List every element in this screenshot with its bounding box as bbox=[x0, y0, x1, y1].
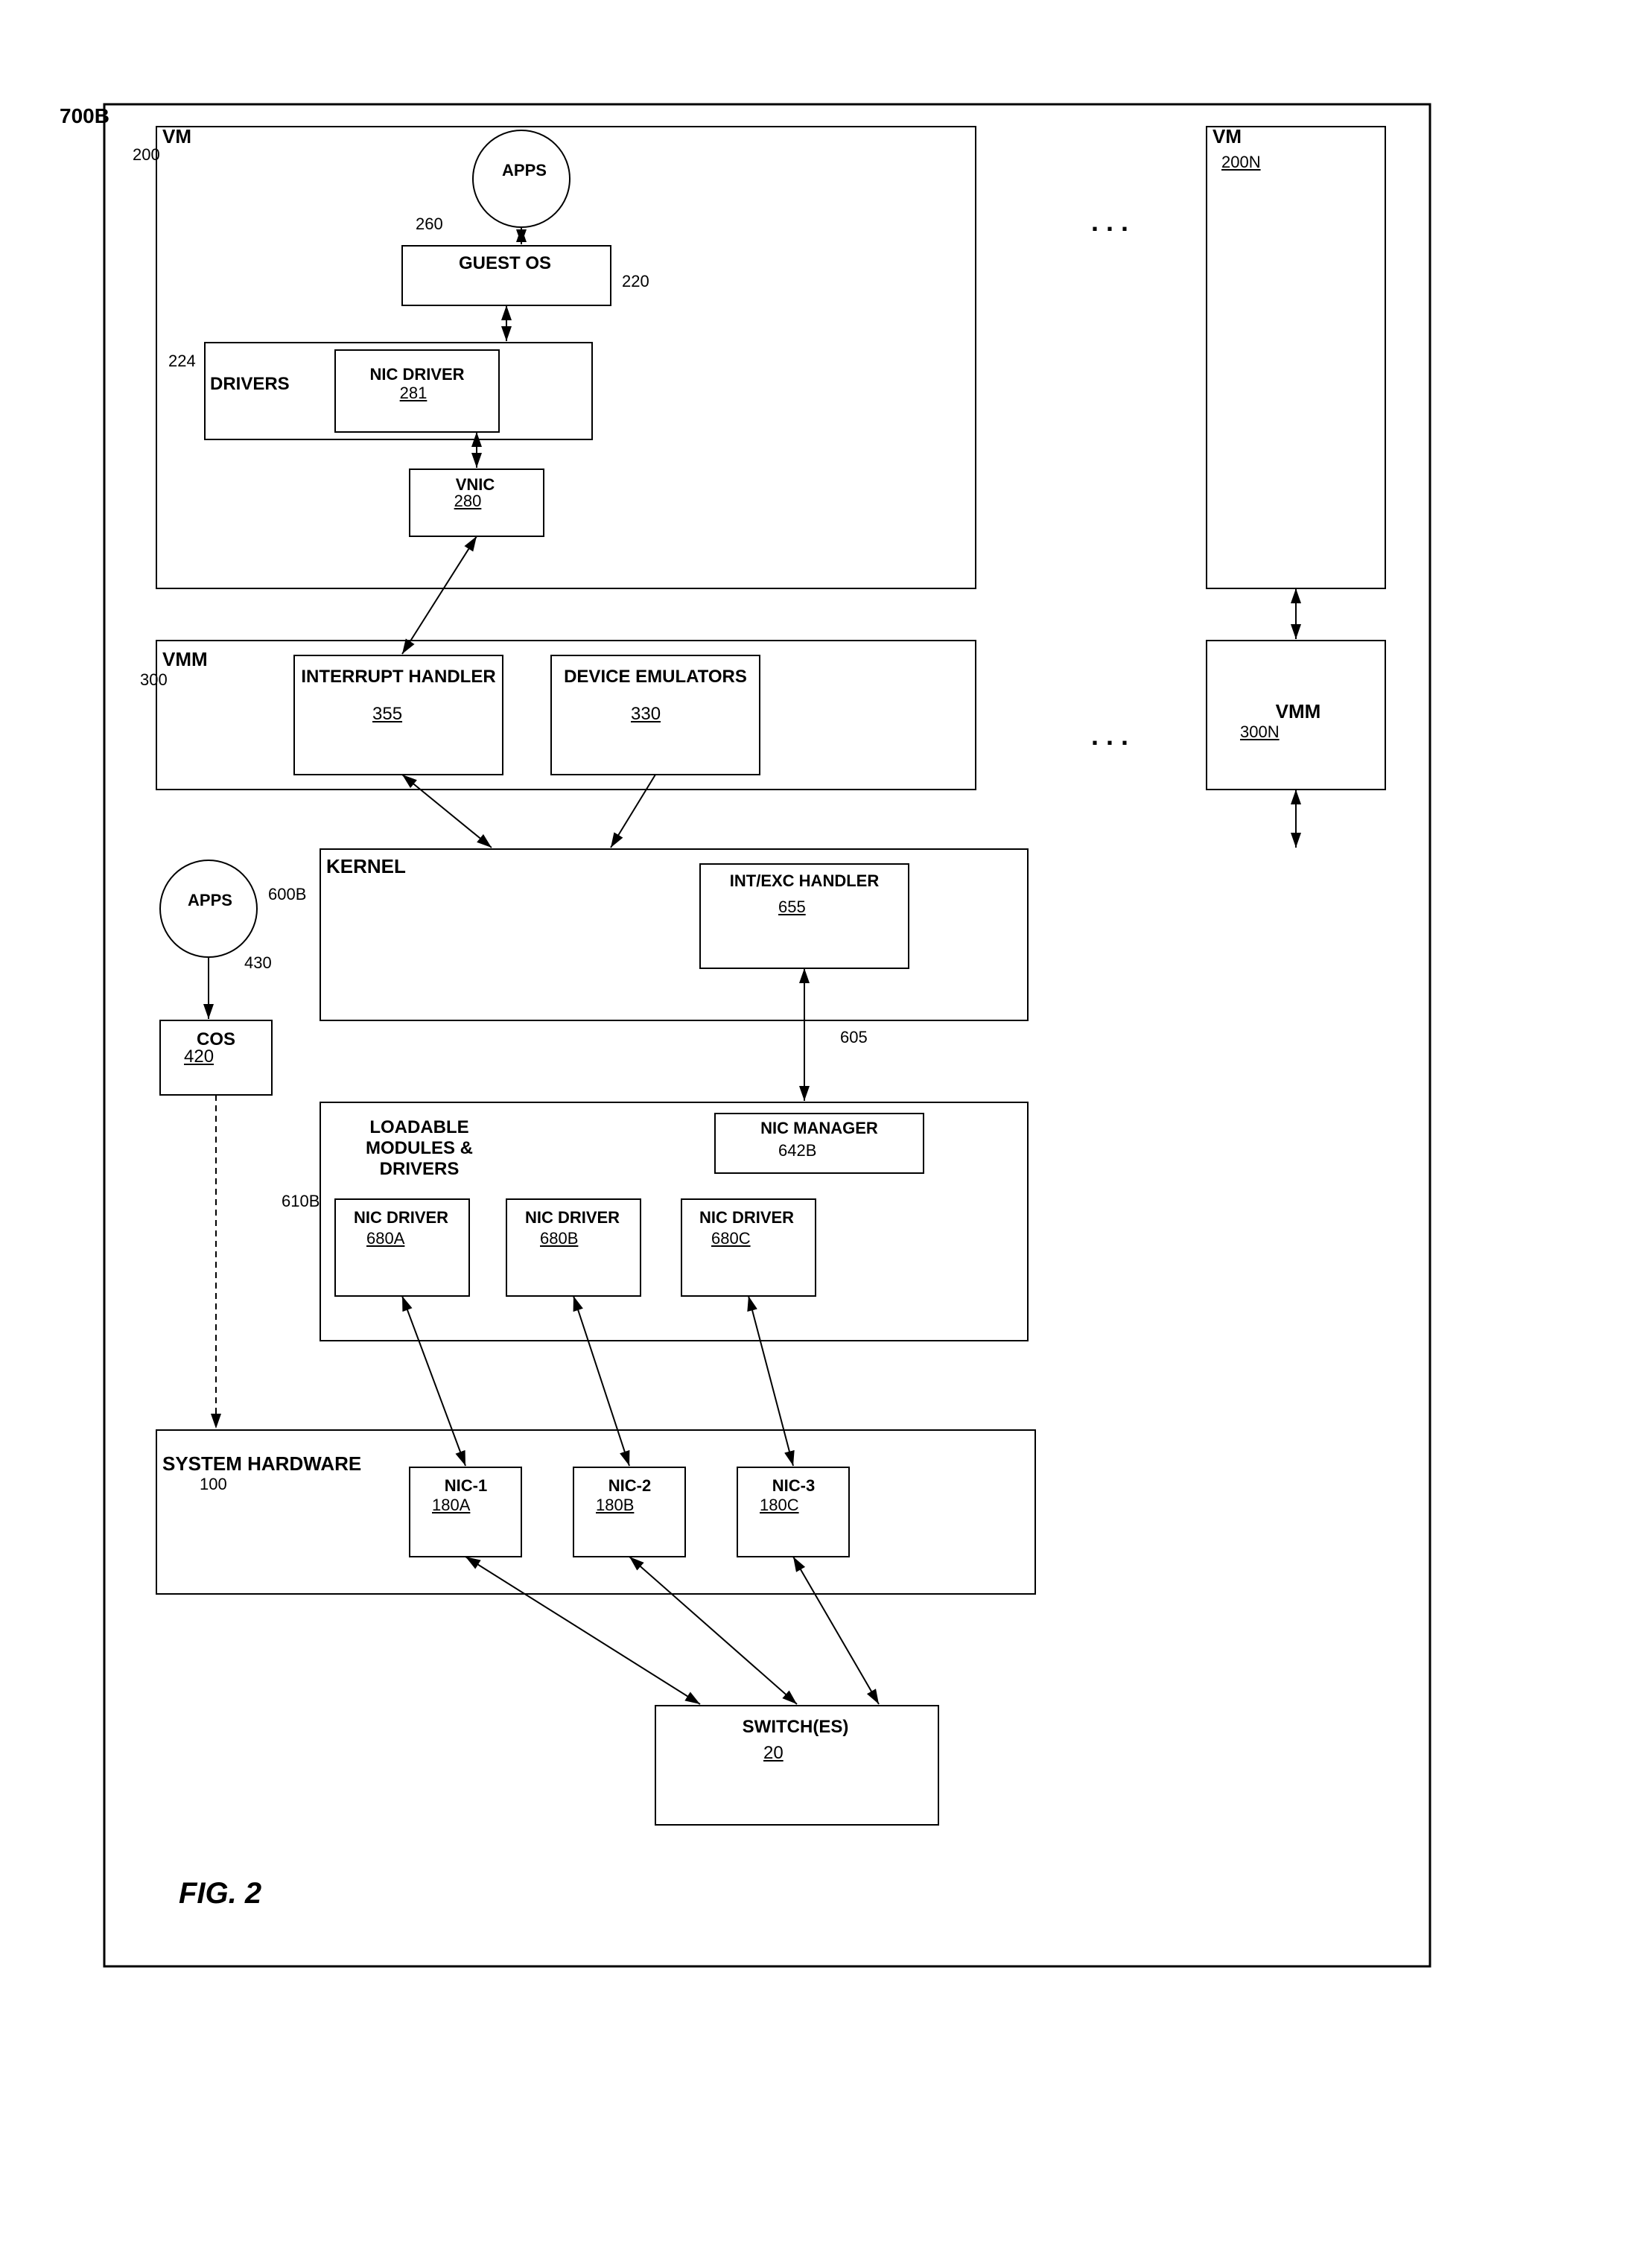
vmm-n-label: VMM bbox=[1212, 700, 1384, 723]
nic-manager-ref: 642B bbox=[778, 1141, 816, 1160]
vmm-ref: 300 bbox=[140, 670, 168, 690]
nic-driver-c-ref: 680C bbox=[711, 1229, 751, 1248]
nic-manager-label: NIC MANAGER bbox=[719, 1119, 920, 1138]
outer-box-label: 700B bbox=[60, 104, 109, 128]
svg-text:. . .: . . . bbox=[1091, 206, 1128, 237]
device-emulators-ref: 330 bbox=[631, 704, 661, 725]
nic-driver-c-label: NIC DRIVER bbox=[685, 1208, 808, 1227]
nic-3-ref: 180C bbox=[760, 1496, 799, 1515]
vmm-n-ref: 300N bbox=[1240, 722, 1280, 742]
system-hardware-ref: 100 bbox=[200, 1475, 227, 1494]
int-exc-handler-ref: 655 bbox=[778, 898, 806, 917]
interrupt-handler-ref: 355 bbox=[372, 704, 402, 725]
nic-driver-b-ref: 680B bbox=[540, 1229, 578, 1248]
cos-label: COS bbox=[168, 1029, 264, 1050]
nic-driver-a-ref: 680A bbox=[366, 1229, 404, 1248]
device-emulators-label: DEVICE EMULATORS bbox=[555, 667, 756, 687]
guest-os-ref: 220 bbox=[622, 272, 649, 291]
nic-3-label: NIC-3 bbox=[743, 1476, 844, 1496]
nic-1-ref: 180A bbox=[432, 1496, 470, 1515]
kernel-ref: 600B bbox=[268, 885, 306, 904]
diagram-container: . . . . . . 700B VM 200 APPS 260 GUEST O… bbox=[45, 30, 1594, 2234]
vm-n-label: VM bbox=[1212, 125, 1242, 148]
kernel-label: KERNEL bbox=[326, 855, 406, 878]
apps-top-label: APPS bbox=[495, 161, 554, 180]
vm-main-ref: 200 bbox=[133, 145, 160, 165]
switches-ref: 20 bbox=[763, 1743, 784, 1764]
system-hardware-label: SYSTEM HARDWARE bbox=[162, 1452, 361, 1476]
vm-n-ref: 200N bbox=[1221, 153, 1261, 172]
cos-ref: 420 bbox=[184, 1046, 214, 1067]
apps-left-ref: 430 bbox=[244, 953, 272, 973]
loadable-modules-label: LOADABLE MODULES & DRIVERS bbox=[326, 1117, 512, 1180]
guest-os-label: GUEST OS bbox=[408, 253, 602, 274]
drivers-label: DRIVERS bbox=[210, 374, 290, 395]
switches-label: SWITCH(ES) bbox=[661, 1717, 929, 1738]
loadable-modules-ref: 610B bbox=[282, 1192, 320, 1211]
vmm-label: VMM bbox=[162, 648, 208, 671]
svg-text:. . .: . . . bbox=[1091, 720, 1128, 751]
int-exc-handler-label: INT/EXC HANDLER bbox=[704, 871, 905, 891]
vm-main-label: VM bbox=[162, 125, 191, 148]
nic-driver-top-label: NIC DRIVER bbox=[339, 365, 495, 384]
nic-driver-a-label: NIC DRIVER bbox=[340, 1208, 463, 1227]
drivers-ref: 224 bbox=[168, 352, 196, 371]
nic-driver-top-ref: 281 bbox=[384, 384, 443, 403]
apps-top-ref: 260 bbox=[416, 215, 443, 234]
interrupt-handler-label: INTERRUPT HANDLER bbox=[298, 667, 499, 687]
nic-2-label: NIC-2 bbox=[579, 1476, 680, 1496]
nic-2-ref: 180B bbox=[596, 1496, 634, 1515]
nic-1-label: NIC-1 bbox=[416, 1476, 516, 1496]
vnic-ref: 280 bbox=[438, 492, 498, 511]
ref-605: 605 bbox=[840, 1028, 868, 1047]
apps-left-label: APPS bbox=[180, 891, 240, 910]
fig-label: FIG. 2 bbox=[179, 1877, 261, 1910]
nic-driver-b-label: NIC DRIVER bbox=[511, 1208, 634, 1227]
